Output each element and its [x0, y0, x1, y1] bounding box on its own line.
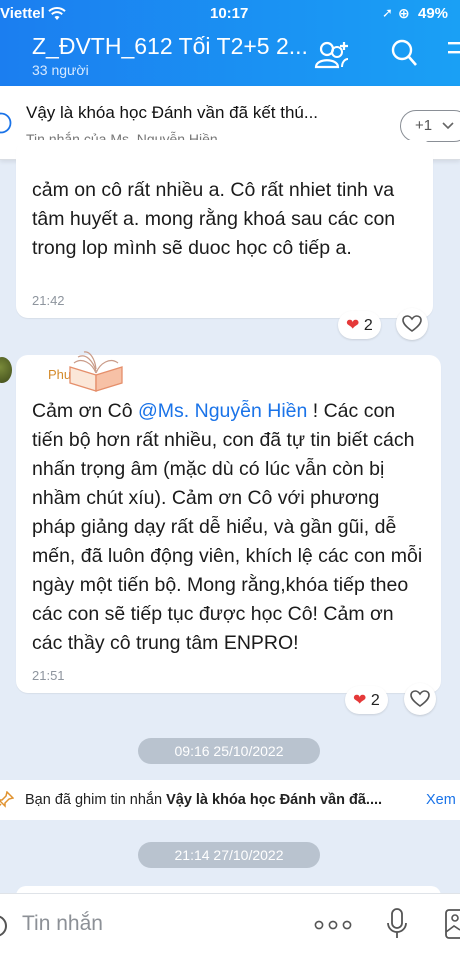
pin-notice-prefix: Bạn đã ghim tin nhắn	[25, 792, 163, 808]
message-time: 21:51	[32, 668, 65, 683]
heart-icon: ❤	[353, 692, 367, 709]
carrier-label: Viettel	[0, 5, 45, 22]
message-text: cảm on cô rất nhiều a. Cô rất nhiet tinh…	[32, 179, 396, 259]
message-time: 21:42	[32, 293, 65, 308]
mention-link[interactable]: @Ms. Nguyễn Hiền	[138, 400, 307, 422]
add-member-icon[interactable]	[314, 38, 352, 75]
rotation-lock-icon: ⊕	[398, 5, 410, 21]
status-bar: Viettel 10:17 ➚ ⊕ 49%	[0, 5, 460, 27]
message-text: Cảm ơn Cô @Ms. Nguyễn Hiền ! Các con tiế…	[32, 397, 427, 658]
clock: 10:17	[210, 5, 249, 22]
menu-icon[interactable]	[448, 38, 460, 71]
reaction-number: 2	[370, 692, 380, 709]
heart-outline-icon	[410, 690, 430, 707]
pin-notice-message: Vậy là khóa học Đánh vần đã....	[166, 792, 383, 808]
search-icon[interactable]	[390, 38, 418, 73]
pin-notice-text: Bạn đã ghim tin nhắn Vậy là khóa học Đán…	[25, 792, 382, 808]
message-text-rest: ! Các con tiến bộ hơn rất nhiều, con đã …	[32, 400, 423, 654]
pin-notice[interactable]: Bạn đã ghim tin nhắn Vậy là khóa học Đán…	[0, 780, 460, 820]
message-bubble[interactable]: cảm on cô rất nhiều a. Cô rất nhiet tinh…	[16, 140, 433, 318]
message-bubble[interactable]: Phượ Cảm ơn Cô @Ms. Nguyễn Hiền ! Các co…	[16, 351, 441, 693]
heart-icon: ❤	[346, 317, 360, 334]
pinned-text: Vậy là khóa học Đánh vần đã kết thú...	[26, 103, 319, 122]
chat-header: Viettel 10:17 ➚ ⊕ 49% Z_ĐVTH_612 Tối T2+…	[0, 0, 460, 86]
location-icon: ➚	[382, 5, 393, 20]
pinned-more-button[interactable]: +1	[400, 110, 460, 142]
member-count[interactable]: 33 người	[32, 62, 89, 78]
chevron-down-icon	[442, 117, 454, 134]
reaction-count[interactable]: ❤ 2	[345, 686, 388, 714]
like-button[interactable]	[404, 683, 436, 715]
message-composer: Tin nhắn	[0, 893, 460, 955]
battery-percent: 49%	[418, 5, 449, 22]
microphone-icon[interactable]	[386, 908, 408, 945]
message-text-start: Cảm ơn Cô	[32, 400, 138, 422]
date-separator: 09:16 25/10/2022	[138, 738, 320, 764]
heart-outline-icon	[402, 315, 422, 332]
emoji-icon[interactable]	[0, 914, 8, 943]
like-button[interactable]	[396, 308, 428, 340]
pin-circle-icon	[0, 112, 12, 139]
reaction-number: 2	[363, 317, 373, 334]
view-link[interactable]: Xem	[426, 792, 456, 808]
avatar[interactable]	[0, 357, 12, 383]
image-picker-icon[interactable]	[444, 908, 460, 945]
date-separator: 21:14 27/10/2022	[138, 842, 320, 868]
reaction-count[interactable]: ❤ 2	[338, 311, 381, 339]
wifi-icon	[48, 7, 66, 25]
pin-icon	[0, 790, 15, 814]
chat-title[interactable]: Z_ĐVTH_612 Tối T2+5 2...	[32, 33, 308, 60]
message-input[interactable]: Tin nhắn	[22, 912, 103, 936]
pinned-more-label: +1	[415, 117, 433, 134]
more-options-icon[interactable]	[314, 918, 352, 936]
book-sticker-icon	[64, 349, 130, 398]
